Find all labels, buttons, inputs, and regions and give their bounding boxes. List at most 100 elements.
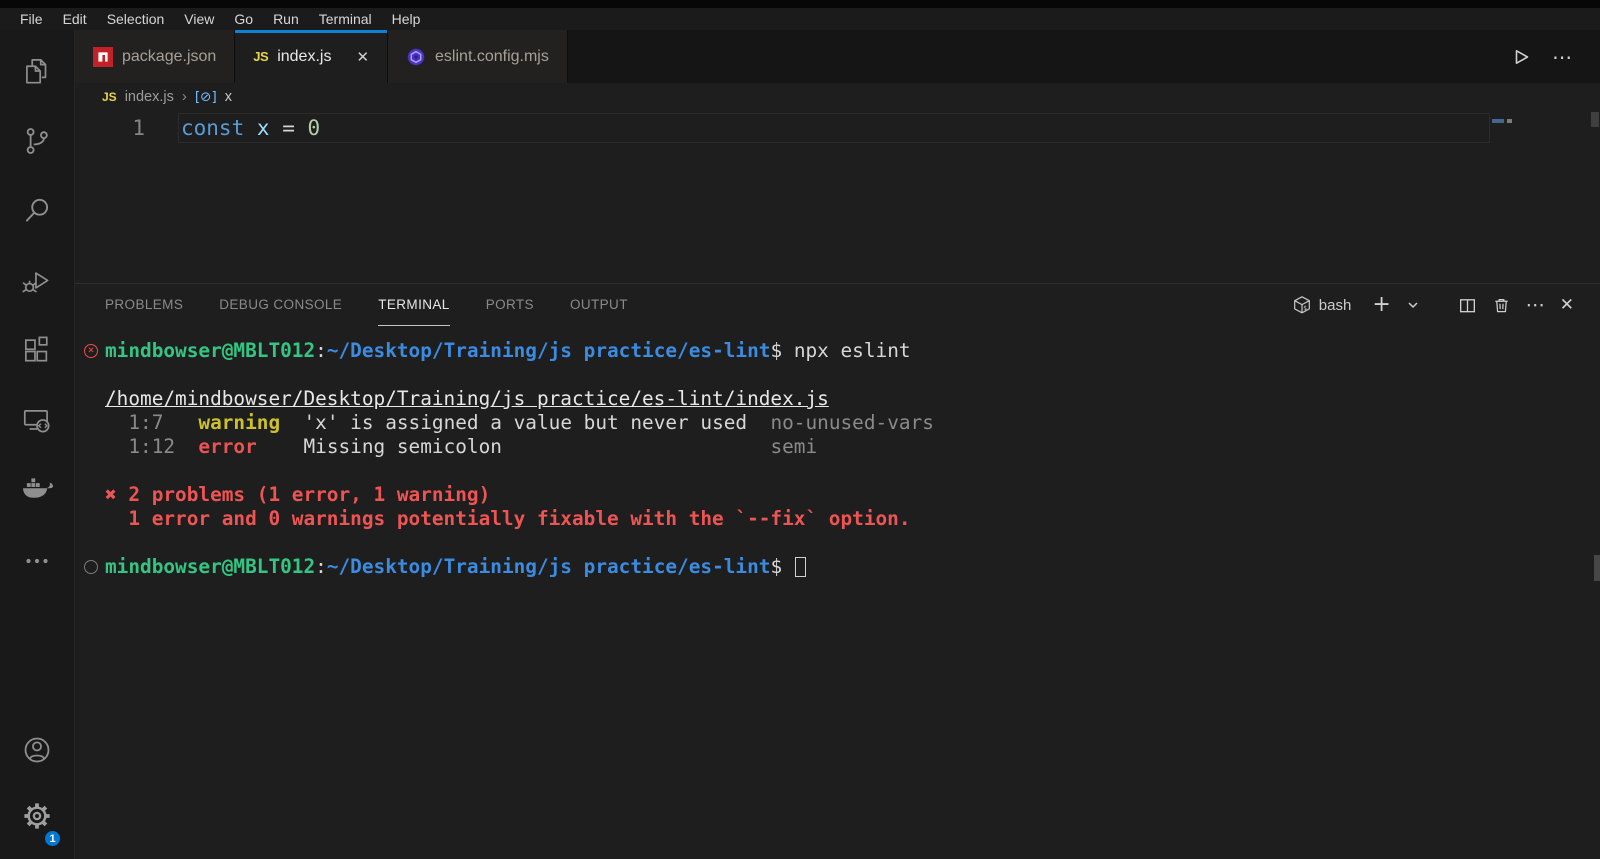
tab-label: eslint.config.mjs bbox=[435, 48, 549, 66]
terminal-shell-item[interactable]: $ bash bbox=[1292, 295, 1352, 315]
tab-eslint-config-mjs[interactable]: eslint.config.mjs bbox=[388, 30, 568, 83]
code-token bbox=[244, 116, 257, 140]
terminal-text: ~/Desktop/Training/js practice/es-lint bbox=[327, 339, 771, 362]
terminal-line: 1:12 error Missing semicolon semi bbox=[75, 435, 1600, 459]
code-token bbox=[295, 116, 308, 140]
terminal-bash-icon: $ bbox=[1292, 295, 1312, 315]
editor-scrollbar[interactable] bbox=[1591, 112, 1599, 127]
symbol-variable-icon: [⊘] bbox=[195, 89, 217, 105]
terminal-line bbox=[75, 459, 1600, 483]
tab-package-json[interactable]: package.json bbox=[75, 30, 235, 83]
menu-item-view[interactable]: View bbox=[174, 11, 224, 27]
editor-tab-bar: package.json JS index.js ✕ eslint.config… bbox=[75, 30, 1600, 83]
menu-item-terminal[interactable]: Terminal bbox=[309, 11, 382, 27]
terminal-text: 1 error and 0 warnings potentially fixab… bbox=[105, 507, 911, 530]
terminal-text: warning bbox=[198, 411, 280, 434]
extensions-icon[interactable] bbox=[0, 316, 74, 386]
terminal-text: 1:7 bbox=[105, 411, 198, 434]
terminal-line: ✖ 2 problems (1 error, 1 warning) bbox=[75, 483, 1600, 507]
terminal-line: mindbowser@MBLT012:~/Desktop/Training/js… bbox=[75, 339, 1600, 363]
close-panel-icon[interactable]: ✕ bbox=[1560, 297, 1574, 314]
explorer-icon[interactable] bbox=[0, 36, 74, 106]
run-and-debug-icon[interactable] bbox=[0, 246, 74, 316]
terminal-lines: mindbowser@MBLT012: ~/Desktop/Training/js… bbox=[75, 339, 1600, 579]
titlebar bbox=[0, 0, 1600, 8]
new-terminal-icon[interactable]: + bbox=[1372, 294, 1390, 316]
current-line-highlight bbox=[178, 113, 1490, 143]
docker-icon[interactable] bbox=[0, 456, 74, 526]
editor: JS index.js › [⊘] x 1 const x = 0 bbox=[75, 83, 1600, 283]
panel-tab-debug-console[interactable]: DEBUG CONSOLE bbox=[219, 284, 342, 326]
settings-gear-icon[interactable]: 1 bbox=[0, 783, 74, 849]
shell-label: bash bbox=[1319, 297, 1352, 314]
terminal-text: : bbox=[315, 555, 327, 578]
breadcrumb-separator: › bbox=[182, 88, 187, 105]
breadcrumb[interactable]: JS index.js › [⊘] x bbox=[75, 83, 1600, 110]
tab-label: index.js bbox=[277, 48, 331, 66]
menu-item-help[interactable]: Help bbox=[382, 11, 431, 27]
panel: PROBLEMS DEBUG CONSOLE TERMINAL PORTS OUTPUT… bbox=[75, 283, 1600, 859]
panel-tab-terminal[interactable]: TERMINAL bbox=[378, 284, 449, 326]
terminal-line: 1 error and 0 warnings potentially fixab… bbox=[75, 507, 1600, 531]
command-failed-icon[interactable] bbox=[84, 344, 98, 358]
more-actions-icon[interactable]: ⋯ bbox=[1526, 296, 1545, 315]
minimap[interactable] bbox=[1492, 119, 1512, 123]
panel-tab-output[interactable]: OUTPUT bbox=[570, 284, 628, 326]
terminal-text: $ bbox=[770, 339, 793, 362]
code-area[interactable]: 1 const x = 0 bbox=[75, 110, 1600, 283]
source-control-icon[interactable] bbox=[0, 106, 74, 176]
accounts-icon[interactable] bbox=[0, 717, 74, 783]
command-prompt-icon[interactable] bbox=[84, 560, 98, 574]
menu-item-run[interactable]: Run bbox=[263, 11, 309, 27]
code-token: = bbox=[282, 116, 295, 140]
terminal-text: mindbowser@MBLT012 bbox=[105, 339, 315, 362]
terminal-scrollbar[interactable] bbox=[1594, 555, 1600, 581]
split-terminal-icon[interactable] bbox=[1458, 296, 1477, 315]
tab-close-icon[interactable]: ✕ bbox=[356, 48, 369, 66]
terminal-text: no-unused-vars bbox=[747, 411, 934, 434]
menu-item-file[interactable]: File bbox=[10, 11, 53, 27]
terminal-text: npx eslint bbox=[794, 339, 911, 362]
code-line[interactable]: const x = 0 bbox=[181, 113, 320, 143]
remote-explorer-icon[interactable] bbox=[0, 386, 74, 456]
run-button[interactable] bbox=[1508, 45, 1532, 69]
line-number: 1 bbox=[75, 113, 145, 143]
panel-tabs: PROBLEMS DEBUG CONSOLE TERMINAL PORTS OUTPUT bbox=[105, 284, 628, 326]
tab-index-js[interactable]: JS index.js ✕ bbox=[235, 30, 388, 83]
menu-item-edit[interactable]: Edit bbox=[53, 11, 97, 27]
terminal-text: semi bbox=[502, 435, 817, 458]
panel-tab-problems[interactable]: PROBLEMS bbox=[105, 284, 183, 326]
breadcrumb-symbol[interactable]: x bbox=[225, 89, 232, 105]
vscode-window: FileEditSelectionViewGoRunTerminalHelp bbox=[0, 0, 1600, 859]
menu-item-go[interactable]: Go bbox=[224, 11, 263, 27]
terminal-cursor bbox=[795, 557, 806, 577]
search-icon[interactable] bbox=[0, 176, 74, 246]
terminal-text: mindbowser@MBLT012 bbox=[105, 555, 315, 578]
terminal-line bbox=[75, 531, 1600, 555]
svg-text:$: $ bbox=[1303, 305, 1307, 312]
code-token: const bbox=[181, 116, 244, 140]
panel-header: PROBLEMS DEBUG CONSOLE TERMINAL PORTS OUTPUT… bbox=[75, 284, 1600, 326]
js-icon: JS bbox=[253, 49, 268, 64]
terminal-text: ✖ 2 problems (1 error, 1 warning) bbox=[105, 483, 490, 506]
menu-bar: FileEditSelectionViewGoRunTerminalHelp bbox=[0, 8, 1600, 30]
activity-bar: 1 bbox=[0, 30, 75, 859]
dropdown-chevron-icon[interactable] bbox=[1406, 298, 1420, 312]
terminal-line: mindbowser@MBLT012:~/Desktop/Training/js… bbox=[75, 555, 1600, 579]
terminal-file-link[interactable]: /home/mindbowser/Desktop/Training/js pra… bbox=[105, 387, 829, 410]
terminal[interactable]: mindbowser@MBLT012: ~/Desktop/Training/js… bbox=[75, 326, 1600, 859]
terminal-text: $ bbox=[770, 555, 793, 578]
editor-more-actions-icon[interactable]: ⋯ bbox=[1552, 45, 1572, 69]
breadcrumb-js-icon: JS bbox=[102, 90, 117, 104]
tab-label: package.json bbox=[122, 48, 216, 66]
panel-tab-ports[interactable]: PORTS bbox=[486, 284, 534, 326]
terminal-line bbox=[75, 363, 1600, 387]
menu-item-selection[interactable]: Selection bbox=[97, 11, 175, 27]
more-views-icon[interactable] bbox=[0, 526, 74, 596]
kill-terminal-icon[interactable] bbox=[1492, 296, 1511, 315]
npm-icon bbox=[93, 47, 113, 67]
breadcrumb-file[interactable]: index.js bbox=[125, 89, 174, 105]
terminal-line: 1:7 warning 'x' is assigned a value but … bbox=[75, 411, 1600, 435]
terminal-text: Missing semicolon bbox=[257, 435, 502, 458]
eslint-icon bbox=[406, 47, 426, 67]
